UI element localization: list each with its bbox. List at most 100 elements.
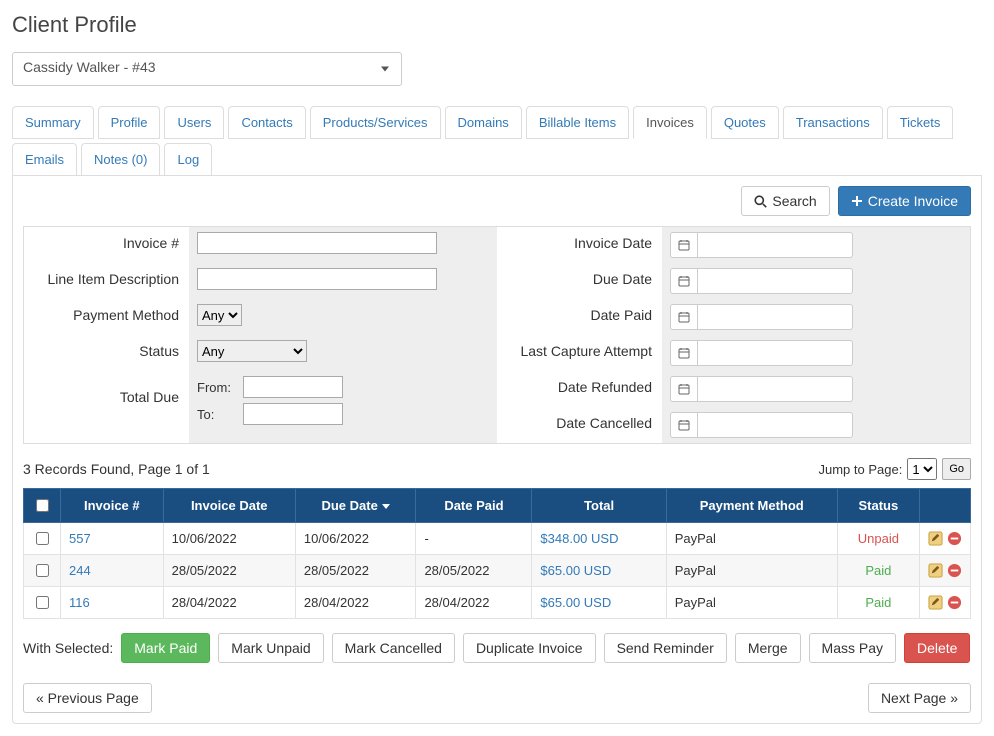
filter-invoice-date-input[interactable] xyxy=(698,232,853,258)
calendar-icon xyxy=(670,232,698,258)
tab-profile[interactable]: Profile xyxy=(98,106,161,139)
search-button[interactable]: Search xyxy=(741,186,829,216)
filter-due-date-label: Due Date xyxy=(497,263,662,299)
tab-products-services[interactable]: Products/Services xyxy=(310,106,441,139)
cell-total: $348.00 USD xyxy=(540,531,618,546)
filter-payment-method-label: Payment Method xyxy=(24,299,189,335)
delete-icon[interactable] xyxy=(947,563,962,578)
send-reminder-button[interactable]: Send Reminder xyxy=(604,633,727,663)
filter-invoice-no-input[interactable] xyxy=(197,232,437,254)
filter-invoice-date-label: Invoice Date xyxy=(497,227,662,263)
merge-button[interactable]: Merge xyxy=(735,633,801,663)
filter-invoice-no-label: Invoice # xyxy=(24,227,189,263)
tab-quotes[interactable]: Quotes xyxy=(711,106,779,139)
row-checkbox[interactable] xyxy=(36,532,49,545)
tab-billable-items[interactable]: Billable Items xyxy=(526,106,629,139)
filter-line-desc-label: Line Item Description xyxy=(24,263,189,299)
client-selector[interactable]: Cassidy Walker - #43 xyxy=(12,52,402,86)
filter-status-label: Status xyxy=(24,335,189,371)
filter-payment-method-select[interactable]: Any xyxy=(197,304,242,326)
mark-paid-button[interactable]: Mark Paid xyxy=(121,633,210,663)
create-invoice-button[interactable]: Create Invoice xyxy=(838,186,971,216)
filter-last-capture-label: Last Capture Attempt xyxy=(497,335,662,371)
cell-payment-method: PayPal xyxy=(666,523,837,555)
mark-unpaid-button[interactable]: Mark Unpaid xyxy=(218,633,323,663)
tab-domains[interactable]: Domains xyxy=(445,106,522,139)
filter-total-due-to-label: To: xyxy=(197,407,237,422)
filter-due-date-input[interactable] xyxy=(698,268,853,294)
edit-icon[interactable] xyxy=(928,563,943,578)
tab-invoices[interactable]: Invoices xyxy=(633,106,707,139)
tab-bar: SummaryProfileUsersContactsProducts/Serv… xyxy=(12,106,982,176)
tab-log[interactable]: Log xyxy=(164,143,212,176)
col-invoice-no[interactable]: Invoice # xyxy=(61,489,164,523)
cell-payment-method: PayPal xyxy=(666,555,837,587)
search-button-label: Search xyxy=(772,193,816,209)
col-total[interactable]: Total xyxy=(532,489,666,523)
col-due-date[interactable]: Due Date xyxy=(295,489,416,523)
col-actions xyxy=(920,489,971,523)
calendar-icon xyxy=(670,376,698,402)
sort-desc-icon xyxy=(382,504,390,509)
filter-line-desc-input[interactable] xyxy=(197,268,437,290)
cell-total: $65.00 USD xyxy=(540,563,611,578)
cell-due-date: 10/06/2022 xyxy=(295,523,416,555)
col-status[interactable]: Status xyxy=(837,489,919,523)
cell-invoice-date: 28/05/2022 xyxy=(163,555,295,587)
next-page-button[interactable]: Next Page » xyxy=(868,683,971,713)
filter-date-cancelled-label: Date Cancelled xyxy=(497,407,662,443)
invoice-id-link[interactable]: 244 xyxy=(69,563,91,578)
delete-icon[interactable] xyxy=(947,531,962,546)
status-badge: Unpaid xyxy=(858,531,899,546)
duplicate-invoice-button[interactable]: Duplicate Invoice xyxy=(463,633,596,663)
tab-tickets[interactable]: Tickets xyxy=(887,106,954,139)
action-bar: Search Create Invoice xyxy=(23,186,971,216)
jump-to-page-label: Jump to Page: xyxy=(818,462,902,477)
filter-total-due-label: Total Due xyxy=(24,371,189,443)
col-invoice-date[interactable]: Invoice Date xyxy=(163,489,295,523)
mark-cancelled-button[interactable]: Mark Cancelled xyxy=(332,633,455,663)
delete-button[interactable]: Delete xyxy=(904,633,970,663)
cell-due-date: 28/05/2022 xyxy=(295,555,416,587)
filter-date-paid-label: Date Paid xyxy=(497,299,662,335)
select-all-checkbox[interactable] xyxy=(36,499,49,512)
cell-invoice-date: 10/06/2022 xyxy=(163,523,295,555)
cell-date-paid: - xyxy=(416,523,532,555)
calendar-icon xyxy=(670,340,698,366)
tab-emails[interactable]: Emails xyxy=(12,143,77,176)
jump-to-page-go-button[interactable]: Go xyxy=(942,458,971,480)
filter-total-due-from-input[interactable] xyxy=(243,376,343,398)
filter-date-refunded-input[interactable] xyxy=(698,376,853,402)
calendar-icon xyxy=(670,304,698,330)
client-selector-value: Cassidy Walker - #43 xyxy=(23,59,156,75)
with-selected-label: With Selected: xyxy=(23,640,113,656)
jump-to-page-select[interactable]: 1 xyxy=(907,458,937,480)
filter-date-paid-input[interactable] xyxy=(698,304,853,330)
invoices-table: Invoice # Invoice Date Due Date Date Pai… xyxy=(23,488,971,619)
tab-summary[interactable]: Summary xyxy=(12,106,94,139)
filter-last-capture-input[interactable] xyxy=(698,340,853,366)
edit-icon[interactable] xyxy=(928,531,943,546)
create-invoice-label: Create Invoice xyxy=(868,193,958,209)
previous-page-button[interactable]: « Previous Page xyxy=(23,683,152,713)
chevron-down-icon xyxy=(381,67,389,72)
col-date-paid[interactable]: Date Paid xyxy=(416,489,532,523)
calendar-icon xyxy=(670,412,698,438)
cell-date-paid: 28/05/2022 xyxy=(416,555,532,587)
row-checkbox[interactable] xyxy=(36,564,49,577)
search-icon xyxy=(754,195,767,208)
mass-pay-button[interactable]: Mass Pay xyxy=(809,633,896,663)
records-summary: 3 Records Found, Page 1 of 1 xyxy=(23,461,210,477)
calendar-icon xyxy=(670,268,698,294)
col-payment-method[interactable]: Payment Method xyxy=(666,489,837,523)
tab-users[interactable]: Users xyxy=(164,106,224,139)
plus-icon xyxy=(851,195,863,207)
filter-status-select[interactable]: Any xyxy=(197,340,307,362)
table-row: 55710/06/202210/06/2022-$348.00 USDPayPa… xyxy=(24,523,971,555)
invoice-id-link[interactable]: 557 xyxy=(69,531,91,546)
tab-contacts[interactable]: Contacts xyxy=(228,106,305,139)
filter-total-due-to-input[interactable] xyxy=(243,403,343,425)
filter-date-cancelled-input[interactable] xyxy=(698,412,853,438)
tab-transactions[interactable]: Transactions xyxy=(783,106,883,139)
tab-notes-0-[interactable]: Notes (0) xyxy=(81,143,160,176)
